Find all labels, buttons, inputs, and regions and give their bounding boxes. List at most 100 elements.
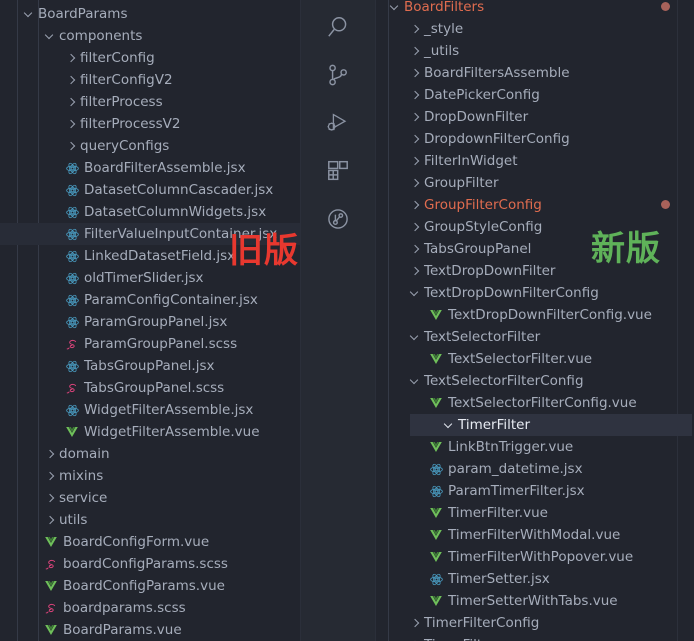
chevron-right-icon[interactable] [408,109,424,125]
chevron-right-icon[interactable] [408,131,424,147]
tree-row[interactable]: filterConfigV2 [0,69,300,91]
chevron-down-icon[interactable] [408,285,424,301]
tree-row[interactable]: WidgetFilterAssemble.jsx [0,399,300,421]
chevron-right-icon[interactable] [408,87,424,103]
chevron-right-icon[interactable] [64,116,80,132]
tree-row[interactable]: boardparams.scss [0,597,300,619]
new-version-file-explorer[interactable]: BoardFilters _style _utils BoardFiltersAsse… [376,0,692,641]
tree-row[interactable]: FilterValueInputContainer.jsx [0,223,300,245]
tree-row[interactable]: TimerFilter [376,634,692,641]
extensions-icon[interactable] [325,158,351,184]
tree-row[interactable]: TimerFilter.vue [376,502,692,524]
tree-row[interactable]: TimerFilterWithPopover.vue [376,546,692,568]
tree-row[interactable]: BoardConfigParams.vue [0,575,300,597]
tree-item-label: DatasetColumnCascader.jsx [84,182,274,198]
tree-row[interactable]: TextDropDownFilter [376,260,692,282]
tree-row[interactable]: ParamGroupPanel.scss [0,333,300,355]
tree-row[interactable]: DatasetColumnWidgets.jsx [0,201,300,223]
tree-row[interactable]: TextSelectorFilterConfig.vue [376,392,692,414]
tree-row[interactable]: TimerFilterConfig [376,612,692,634]
chevron-down-icon[interactable] [408,329,424,345]
chevron-right-icon[interactable] [64,94,80,110]
activity-bar[interactable] [300,0,376,641]
tree-row[interactable]: _style [376,18,692,40]
tree-row[interactable]: BoardFiltersAssemble [376,62,692,84]
tree-row[interactable]: components [0,25,300,47]
tree-row[interactable]: WidgetFilterAssemble.vue [0,421,300,443]
chevron-right-icon[interactable] [408,197,424,213]
tree-row[interactable]: boardConfigParams.scss [0,553,300,575]
tree-row[interactable]: BoardConfigForm.vue [0,531,300,553]
tree-item-label: TimerSetterWithTabs.vue [448,593,618,609]
tree-row[interactable]: GroupFilterConfig [376,194,692,216]
tree-row[interactable]: filterProcess [0,91,300,113]
chevron-right-icon[interactable] [408,219,424,235]
tree-row[interactable]: ParamConfigContainer.jsx [0,289,300,311]
tree-row[interactable]: ParamGroupPanel.jsx [0,311,300,333]
git-graph-icon[interactable] [325,206,351,232]
tree-row[interactable]: filterConfig [0,47,300,69]
chevron-right-icon[interactable] [408,153,424,169]
chevron-right-icon[interactable] [408,21,424,37]
tree-row[interactable]: ParamTimerFilter.jsx [376,480,692,502]
chevron-right-icon[interactable] [43,512,59,528]
chevron-right-icon[interactable] [408,241,424,257]
tree-row[interactable]: param_datetime.jsx [376,458,692,480]
chevron-right-icon[interactable] [408,65,424,81]
tree-row[interactable]: DropDownFilter [376,106,692,128]
tree-row[interactable]: TabsGroupPanel.jsx [0,355,300,377]
chevron-down-icon[interactable] [43,28,59,44]
tree-row[interactable]: GroupFilter [376,172,692,194]
chevron-right-icon[interactable] [43,446,59,462]
old-version-file-explorer[interactable]: BoardParams components filterConfig filterC… [0,0,300,641]
tree-row[interactable]: mixins [0,465,300,487]
tree-row[interactable]: TextDropDownFilterConfig [376,282,692,304]
chevron-right-icon[interactable] [64,138,80,154]
search-icon[interactable] [325,14,351,40]
tree-row[interactable]: TimerSetterWithTabs.vue [376,590,692,612]
tree-row[interactable]: BoardParams [0,3,300,25]
tree-row[interactable]: TimerFilterWithModal.vue [376,524,692,546]
chevron-right-icon[interactable] [43,468,59,484]
chevron-right-icon[interactable] [64,72,80,88]
tree-row[interactable]: utils [0,509,300,531]
tree-row[interactable]: LinkedDatasetField.jsx [0,245,300,267]
run-debug-icon[interactable] [325,110,351,136]
tree-row[interactable]: TimerSetter.jsx [376,568,692,590]
tree-row[interactable]: TabsGroupPanel.scss [0,377,300,399]
tree-row[interactable]: BoardFilters [376,0,692,18]
chevron-right-icon[interactable] [64,50,80,66]
chevron-right-icon[interactable] [408,43,424,59]
tree-row[interactable]: BoardParams.vue [0,619,300,641]
jsx-file-icon [428,461,444,477]
chevron-right-icon[interactable] [43,490,59,506]
tree-row[interactable]: TextSelectorFilter [376,326,692,348]
chevron-right-icon[interactable] [408,175,424,191]
tree-row[interactable]: oldTimerSlider.jsx [0,267,300,289]
tree-row[interactable]: GroupStyleConfig [376,216,692,238]
chevron-right-icon[interactable] [408,637,424,641]
tree-row[interactable]: TextDropDownFilterConfig.vue [376,304,692,326]
tree-row[interactable]: service [0,487,300,509]
chevron-right-icon[interactable] [408,263,424,279]
chevron-down-icon[interactable] [388,0,404,15]
tree-row[interactable]: TabsGroupPanel [376,238,692,260]
tree-row[interactable]: TimerFilter [410,414,692,436]
tree-row[interactable]: DropdownFilterConfig [376,128,692,150]
tree-row[interactable]: DatePickerConfig [376,84,692,106]
tree-row[interactable]: DatasetColumnCascader.jsx [0,179,300,201]
chevron-down-icon[interactable] [408,373,424,389]
tree-row[interactable]: domain [0,443,300,465]
tree-row[interactable]: FilterInWidget [376,150,692,172]
chevron-right-icon[interactable] [408,615,424,631]
tree-row[interactable]: TextSelectorFilter.vue [376,348,692,370]
chevron-down-icon[interactable] [442,417,458,433]
tree-row[interactable]: queryConfigs [0,135,300,157]
source-control-icon[interactable] [325,62,351,88]
tree-row[interactable]: TextSelectorFilterConfig [376,370,692,392]
tree-row[interactable]: filterProcessV2 [0,113,300,135]
chevron-down-icon[interactable] [22,6,38,22]
tree-row[interactable]: LinkBtnTrigger.vue [376,436,692,458]
tree-row[interactable]: BoardFilterAssemble.jsx [0,157,300,179]
tree-row[interactable]: _utils [376,40,692,62]
